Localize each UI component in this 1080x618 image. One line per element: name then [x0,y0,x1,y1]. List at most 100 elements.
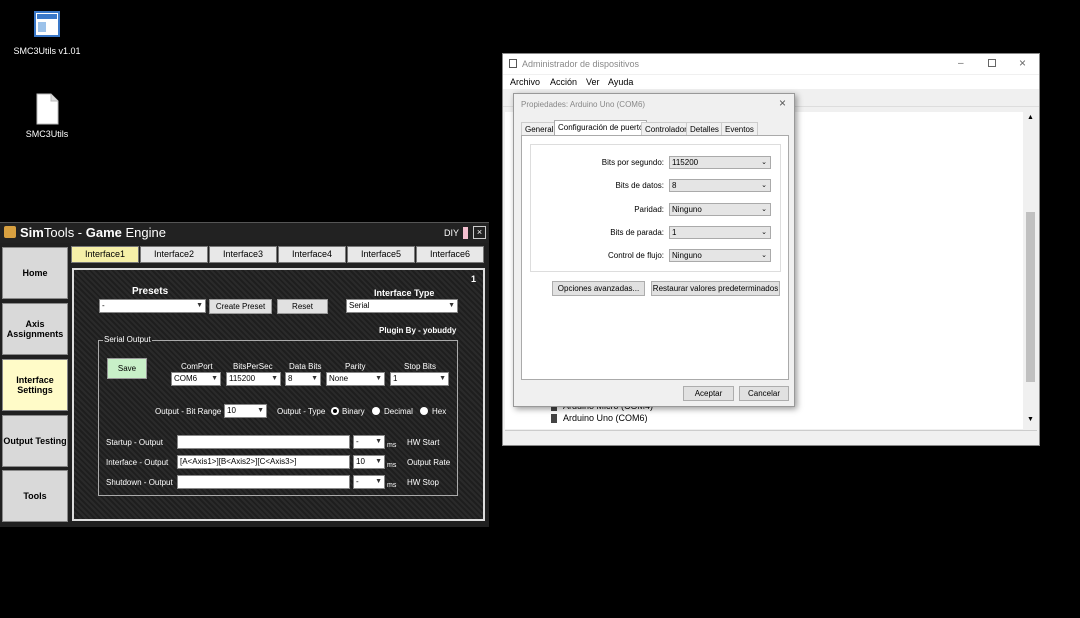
chevron-down-icon: ▼ [196,302,203,309]
stop-bits-select[interactable]: 1 ⌄ [669,226,771,239]
menu-archivo[interactable]: Archivo [510,77,540,87]
properties-close-icon[interactable]: × [779,96,786,110]
data-bits-select[interactable]: 8 ⌄ [669,179,771,192]
title-tools: Tools - [43,225,86,240]
nav-interface-settings[interactable]: Interface Settings [2,359,68,411]
scroll-thumb[interactable] [1026,212,1035,382]
presets-select[interactable]: - ▼ [99,299,206,313]
select-value: 1 [393,374,398,383]
radio-hex-label: Hex [432,407,447,416]
chevron-down-icon: ▼ [257,407,264,414]
interface-type-select[interactable]: Serial ▼ [346,299,458,313]
select-value: 115200 [229,374,256,383]
nav-label: Tools [23,491,47,501]
startup-output-field[interactable] [177,435,350,449]
bit-range-select[interactable]: 10 ▼ [224,404,267,418]
parity-label: Parity [345,362,366,371]
cancel-button[interactable]: Cancelar [739,386,789,401]
device-manager-menubar: Archivo Acción Ver Ayuda [503,75,1039,89]
parity-label: Paridad: [634,205,664,214]
parity-select[interactable]: None ▼ [326,372,385,386]
output-rate-label: Output Rate [407,458,451,467]
startup-ms-select[interactable]: - ▼ [353,435,385,449]
chevron-down-icon: ▼ [375,458,382,465]
interface-ms-select[interactable]: 10 ▼ [353,455,385,469]
data-bits-label: Bits de datos: [615,181,664,190]
maximize-icon[interactable] [988,59,996,67]
application-icon [33,10,61,42]
parity-select[interactable]: Ninguno ⌄ [669,203,771,216]
advanced-options-button[interactable]: Opciones avanzadas... [552,281,645,296]
flow-control-label: Control de flujo: [607,251,664,260]
select-value: None [329,374,349,383]
radio-hex[interactable] [420,407,428,415]
select-value: 10 [356,457,365,466]
tab-interface2[interactable]: Interface2 [140,246,208,263]
tab-details[interactable]: Detalles [686,122,723,135]
tab-interface3[interactable]: Interface3 [209,246,277,263]
vertical-scrollbar[interactable]: ▲ ▼ [1024,112,1037,429]
interface-output-field[interactable]: [A<Axis1>][B<Axis2>][C<Axis3>] [177,455,350,469]
tab-port-config[interactable]: Configuración de puerto [554,120,648,136]
bits-per-second-select[interactable]: 115200 ⌄ [669,156,771,169]
close-icon[interactable]: × [1019,56,1026,70]
select-value: - [356,437,359,446]
stop-bits-select[interactable]: 1 ▼ [390,372,449,386]
comport-select[interactable]: COM6 ▼ [171,372,221,386]
bits-per-sec-select[interactable]: 115200 ▼ [226,372,281,386]
radio-binary[interactable] [331,407,339,415]
tab-controller[interactable]: Controlador [641,122,691,135]
radio-binary-label: Binary [342,407,365,416]
chevron-down-icon: ▼ [448,302,455,309]
minimize-icon[interactable]: – [958,58,964,69]
tree-item-arduino-uno[interactable]: Arduino Uno (COM6) [563,413,648,423]
comport-label: ComPort [181,362,213,371]
data-bits-select[interactable]: 8 ▼ [285,372,321,386]
select-value: 10 [227,406,236,415]
desktop-icon-label: SMC3Utils [25,129,69,139]
save-button[interactable]: Save [107,358,147,379]
hw-start-label: HW Start [407,438,440,447]
create-preset-button[interactable]: Create Preset [209,299,272,314]
nav-home[interactable]: Home [2,247,68,299]
menu-accion[interactable]: Acción [550,77,577,87]
shutdown-ms-select[interactable]: - ▼ [353,475,385,489]
select-value: Ninguno [672,251,702,260]
tab-interface6[interactable]: Interface6 [416,246,484,263]
chevron-down-icon: ▼ [211,375,218,382]
restore-defaults-button[interactable]: Restaurar valores predeterminados [651,281,780,296]
tab-interface1[interactable]: Interface1 [71,246,139,263]
chevron-down-icon: ⌄ [761,159,767,166]
select-value: - [356,477,359,486]
flow-control-select[interactable]: Ninguno ⌄ [669,249,771,262]
desktop-icon-smc3utils-app[interactable]: SMC3Utils v1.01 [7,10,87,56]
ms-unit: ms [387,482,397,489]
select-value: 1 [672,228,677,237]
simtools-title: SimTools - Game Engine [20,225,166,240]
menu-ayuda[interactable]: Ayuda [608,77,633,87]
pink-indicator [463,227,468,239]
tab-interface5[interactable]: Interface5 [347,246,415,263]
shutdown-output-field[interactable] [177,475,350,489]
simtools-close-button[interactable]: × [473,226,486,239]
simtools-titlebar: SimTools - Game Engine DIY × [0,223,489,243]
scroll-up-icon[interactable]: ▲ [1027,114,1034,121]
data-bits-label: Data Bits [289,362,322,371]
desktop-icon-smc3utils-file[interactable]: SMC3Utils [7,93,87,139]
nav-axis-assignments[interactable]: Axis Assignments [2,303,68,355]
radio-decimal[interactable] [372,407,380,415]
nav-label: Interface Settings [16,375,54,395]
menu-ver[interactable]: Ver [586,77,600,87]
tab-interface4[interactable]: Interface4 [278,246,346,263]
panel-number: 1 [471,274,477,284]
chevron-down-icon: ▼ [375,375,382,382]
reset-button[interactable]: Reset [277,299,328,314]
nav-output-testing[interactable]: Output Testing [2,415,68,467]
nav-tools[interactable]: Tools [2,470,68,522]
scroll-down-icon[interactable]: ▼ [1027,416,1034,423]
tab-general[interactable]: General [521,122,558,135]
plugin-by: Plugin By - yobuddy [379,326,457,335]
stop-bits-label: Bits de parada: [610,228,664,237]
tab-events[interactable]: Eventos [721,122,758,135]
accept-button[interactable]: Aceptar [683,386,734,401]
